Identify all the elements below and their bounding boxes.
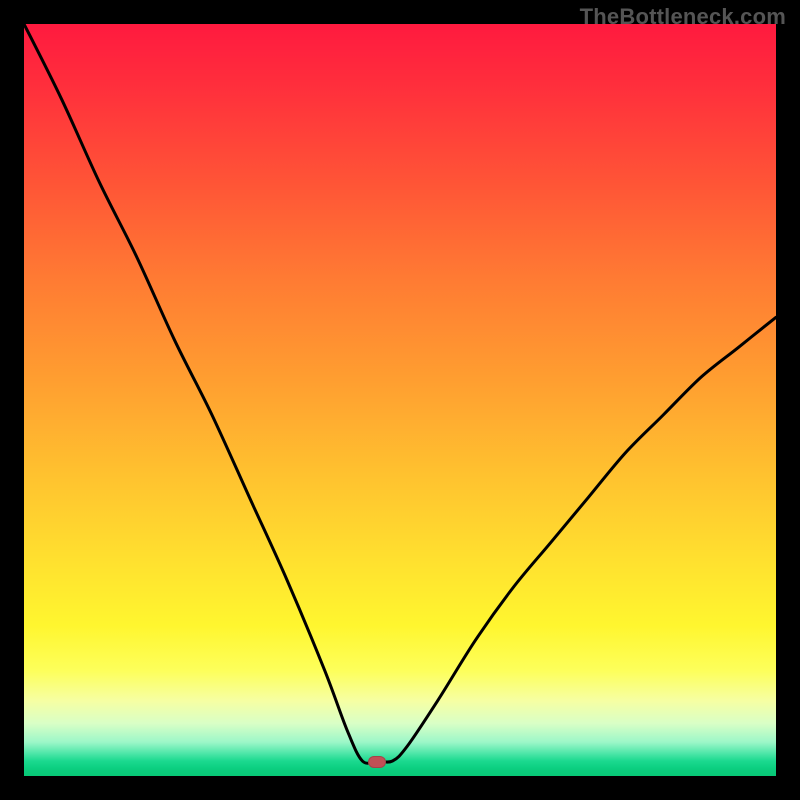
chart-frame: TheBottleneck.com xyxy=(0,0,800,800)
optimal-marker xyxy=(368,756,386,768)
bottleneck-curve xyxy=(24,24,776,776)
plot-area xyxy=(24,24,776,776)
watermark-text: TheBottleneck.com xyxy=(580,4,786,30)
